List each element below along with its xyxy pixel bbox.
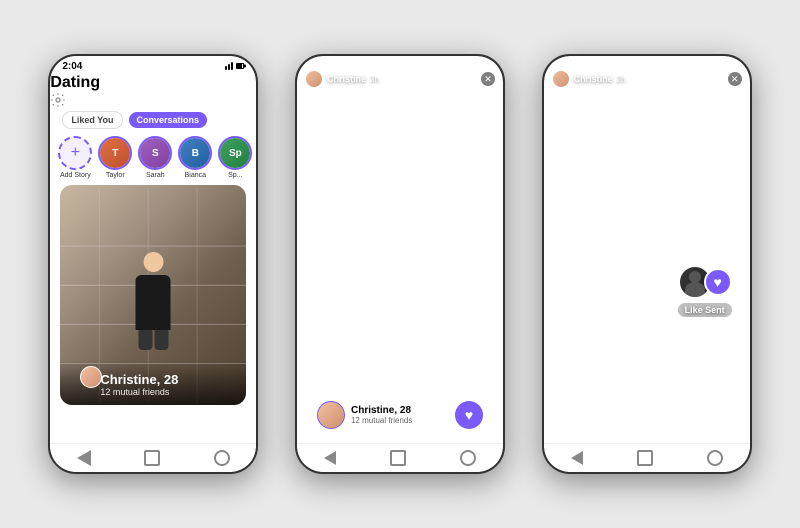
card-name: Christine, 28	[100, 372, 178, 387]
stories-row: + Add Story T Taylor S Sarah	[50, 132, 256, 183]
phone-1: 2:04 Dating	[48, 54, 258, 474]
like-sent-avatars: ♥	[678, 265, 732, 299]
story-taylor[interactable]: T Taylor	[98, 136, 132, 179]
story-close-icon[interactable]: ✕	[481, 72, 495, 86]
story-card-mutual: 12 mutual friends	[351, 416, 412, 425]
card-mini-avatar	[80, 366, 102, 388]
sp-avatar: Sp	[218, 136, 252, 170]
story-user-info: Christine 3h	[305, 70, 379, 88]
taylor-label: Taylor	[106, 172, 125, 179]
story-actions-3: ··· ✕	[712, 72, 742, 86]
story-close-icon-3[interactable]: ✕	[728, 72, 742, 86]
story-time-3: 2h	[617, 75, 626, 84]
story-user-avatar	[305, 70, 323, 88]
recent-button-3[interactable]	[707, 450, 723, 466]
add-story-item[interactable]: + Add Story	[58, 136, 92, 179]
like-sent-popup: ♥ Like Sent	[678, 265, 732, 317]
recent-button-1[interactable]	[214, 450, 230, 466]
person-silhouette	[136, 252, 171, 350]
tabs-row: Liked You Conversations	[50, 108, 256, 132]
story-username-3: Christine	[574, 74, 613, 84]
main-profile-card[interactable]: Christine, 28 12 mutual friends	[60, 185, 246, 405]
back-button-2[interactable]	[324, 451, 336, 465]
sarah-avatar: S	[138, 136, 172, 170]
card-mutual: 12 mutual friends	[100, 387, 178, 397]
heart-icon-large: ♥	[713, 274, 721, 290]
story-header-3: Christine 2h ··· ✕	[544, 56, 750, 90]
app-header: Dating	[50, 74, 256, 108]
heart-icon: ♥	[465, 407, 473, 423]
story-user-avatar-3	[552, 70, 570, 88]
story-card-info: Christine, 28 12 mutual friends	[317, 401, 412, 429]
taylor-avatar-circle: T	[100, 138, 130, 168]
story-more-icon-3[interactable]: ···	[712, 72, 724, 86]
back-button-1[interactable]	[77, 450, 91, 466]
plus-icon: +	[71, 144, 80, 162]
story-more-icon[interactable]: ···	[465, 72, 477, 86]
story-bianca[interactable]: B Bianca	[178, 136, 212, 179]
tab-conversations[interactable]: Conversations	[129, 112, 208, 128]
story-time-2: 3h	[370, 75, 379, 84]
story-progress	[305, 62, 495, 64]
bottom-nav-1	[50, 443, 256, 472]
story-heart-button[interactable]: ♥	[455, 401, 483, 429]
status-icons-1	[225, 62, 244, 70]
home-button-3[interactable]	[637, 450, 653, 466]
story-bottom-card: Christine, 28 12 mutual friends ♥	[307, 393, 493, 437]
sp-label: Sp...	[228, 172, 242, 179]
sarah-label: Sarah	[146, 172, 165, 179]
story-progress-3	[552, 62, 742, 64]
card-overlay: Christine, 28 12 mutual friends	[60, 360, 246, 405]
story-header-2: Christine 3h ··· ✕	[297, 56, 503, 90]
taylor-avatar: T	[98, 136, 132, 170]
sarah-avatar-circle: S	[140, 138, 170, 168]
add-story-avatar: +	[58, 136, 92, 170]
main-scene: 2:04 Dating	[0, 0, 800, 528]
story-label-add: Add Story	[60, 172, 91, 179]
gear-icon[interactable]	[50, 92, 66, 108]
story-card-name: Christine, 28	[351, 405, 412, 416]
status-time-1: 2:04	[62, 61, 82, 72]
tab-liked-you[interactable]: Liked You	[62, 111, 122, 129]
back-button-3[interactable]	[571, 451, 583, 465]
phone-2: VACATION MODE! ✈️ Christine	[295, 54, 505, 474]
bianca-avatar: B	[178, 136, 212, 170]
bottom-nav-2	[297, 443, 503, 472]
bottom-nav-3	[544, 443, 750, 472]
sp-avatar-circle: Sp	[220, 138, 250, 168]
story-card-avatar	[317, 401, 345, 429]
phone-3: Christine 2h ··· ✕	[542, 54, 752, 474]
story-card-text: Christine, 28 12 mutual friends	[351, 405, 412, 425]
story-progress-fill-3	[552, 62, 590, 64]
app-title: Dating	[50, 74, 100, 91]
recent-button-2[interactable]	[460, 450, 476, 466]
bianca-avatar-circle: B	[180, 138, 210, 168]
like-sent-heart-bubble: ♥	[704, 268, 732, 296]
story-header-row-3: Christine 2h ··· ✕	[544, 68, 750, 90]
story-sarah[interactable]: S Sarah	[138, 136, 172, 179]
status-bar-1: 2:04	[50, 56, 256, 74]
home-button-2[interactable]	[390, 450, 406, 466]
story-header-row: Christine 3h ··· ✕	[297, 68, 503, 90]
story-actions: ··· ✕	[465, 72, 495, 86]
story-user-info-3: Christine 2h	[552, 70, 626, 88]
like-sent-label: Like Sent	[678, 303, 732, 317]
card-info: Christine, 28 12 mutual friends	[100, 372, 178, 397]
bianca-label: Bianca	[185, 172, 206, 179]
story-progress-fill	[305, 62, 372, 64]
story-username: Christine	[327, 74, 366, 84]
home-button-1[interactable]	[144, 450, 160, 466]
story-sp[interactable]: Sp Sp...	[218, 136, 252, 179]
